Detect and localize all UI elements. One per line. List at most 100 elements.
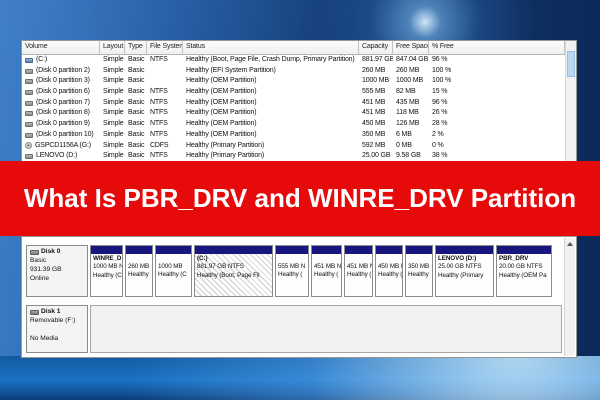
table-row[interactable]: GSPCD1156A (G:) Simple Basic CDFS Health… — [22, 141, 576, 152]
graphical-view-scrollbar[interactable] — [564, 238, 575, 356]
volume-cell: (Disk 0 partition 8) — [22, 108, 100, 119]
table-row[interactable]: (Disk 0 partition 10) Simple Basic NTFS … — [22, 130, 576, 141]
disk1-subtitle: Removable (F:) — [30, 316, 76, 324]
pctfree-cell: 100 % — [432, 66, 452, 74]
volume-list-scrollbar[interactable] — [565, 41, 576, 161]
drive-icon — [25, 154, 33, 160]
freespace-cell: 435 MB — [396, 98, 420, 106]
layout-cell: Simple — [103, 98, 124, 106]
partition-size: 350 MB — [408, 263, 430, 270]
partition-block[interactable]: 451 MB N Healthy ( — [311, 245, 342, 297]
disc-icon — [25, 142, 32, 150]
partition-body: 1000 MB Healthy (C — [156, 254, 191, 296]
partition-size: 555 MB N — [278, 263, 306, 270]
freespace-cell: 260 MB — [396, 66, 420, 74]
screenshot-stage: Volume Layout Type File System Status Capacit… — [0, 0, 600, 400]
scroll-up-icon[interactable] — [566, 240, 574, 248]
column-header[interactable]: Layout — [100, 41, 125, 54]
partition-block[interactable]: LENOVO (D:) 25.00 GB NTFS Healthy (Prima… — [435, 245, 494, 297]
partition-status: Healthy (Boot, Page Fil — [197, 271, 260, 279]
pctfree-cell: 28 % — [432, 120, 448, 128]
column-header[interactable]: File System — [147, 41, 183, 54]
partition-size: 20.00 GB NTFS — [499, 263, 543, 271]
filesystem-cell: NTFS — [150, 88, 168, 96]
disk1-media-area[interactable] — [90, 305, 562, 353]
partition-name: (C:) — [197, 255, 208, 262]
capacity-cell: 451 MB — [362, 109, 386, 117]
status-cell: Healthy (OEM Partition) — [186, 77, 257, 85]
disk1-row: Disk 1 Removable (F:) No Media — [26, 305, 562, 353]
status-cell: Healthy (OEM Partition) — [186, 98, 257, 106]
freespace-cell: 0 MB — [396, 141, 412, 149]
partition-block[interactable]: WINRE_D 1000 MB N Healthy (C — [90, 245, 123, 297]
column-header[interactable]: Volume — [22, 41, 100, 54]
table-row[interactable]: (Disk 0 partition 9) Simple Basic NTFS H… — [22, 119, 576, 130]
banner: What Is PBR_DRV and WINRE_DRV Partition — [0, 161, 600, 236]
table-row[interactable]: (Disk 0 partition 6) Simple Basic NTFS H… — [22, 87, 576, 98]
partition-block[interactable]: 350 MB Healthy — [405, 245, 433, 297]
layout-cell: Simple — [103, 120, 124, 128]
partition-size: 881.97 GB NTFS — [197, 263, 244, 271]
partition-block[interactable]: 1000 MB Healthy (C — [155, 245, 192, 297]
disk0-label[interactable]: Disk 0 Basic 931.39 GB Online — [26, 245, 88, 297]
column-header[interactable]: % Free — [429, 41, 565, 54]
table-row[interactable]: (Disk 0 partition 3) Simple Basic Health… — [22, 76, 576, 87]
partition-block[interactable]: 451 MB N Healthy ( — [344, 245, 373, 297]
partition-body: 260 MB Healthy — [126, 254, 152, 296]
capacity-cell: 881.97 GB — [362, 56, 393, 63]
partition-status: Healthy (C — [93, 271, 122, 279]
partition-block[interactable]: (C:) 881.97 GB NTFS Healthy (Boot, Page … — [194, 245, 273, 297]
column-header[interactable]: Status — [183, 41, 359, 54]
table-row[interactable]: (Disk 0 partition 7) Simple Basic NTFS H… — [22, 98, 576, 109]
graphical-view-pane: Disk 0 Basic 931.39 GB Online WINRE_D 10… — [21, 236, 577, 358]
freespace-cell: 6 MB — [396, 130, 412, 138]
layout-cell: Simple — [103, 88, 124, 96]
column-header[interactable]: Free Space — [393, 41, 429, 54]
filesystem-cell: NTFS — [150, 130, 168, 138]
disk1-name: Disk 1 — [30, 308, 84, 317]
partition-block[interactable]: PBR_DRV 20.00 GB NTFS Healthy (OEM Pa — [496, 245, 552, 297]
capacity-cell: 451 MB — [362, 98, 386, 106]
partition-name — [347, 255, 370, 263]
type-cell: Basic — [128, 66, 145, 74]
partition-name: LENOVO (D:) — [438, 255, 477, 262]
pctfree-cell: 100 % — [432, 77, 452, 85]
drive-icon — [25, 121, 33, 127]
partition-color-bar — [497, 246, 551, 254]
filesystem-cell: NTFS — [150, 109, 168, 117]
partition-status: Healthy ( — [347, 271, 372, 279]
partition-body: PBR_DRV 20.00 GB NTFS Healthy (OEM Pa — [497, 254, 551, 296]
partition-status: Healthy ( — [378, 271, 402, 279]
layout-cell: Simple — [103, 66, 124, 74]
partition-block[interactable]: 260 MB Healthy — [125, 245, 153, 297]
volume-cell: (Disk 0 partition 7) — [22, 98, 100, 109]
table-row[interactable]: (C:) Simple Basic NTFS Healthy (Boot, Pa… — [22, 55, 576, 66]
partition-block[interactable]: 450 MB N Healthy ( — [375, 245, 403, 297]
partition-color-bar — [195, 246, 272, 254]
pctfree-cell: 15 % — [432, 88, 448, 96]
pctfree-cell: 0 % — [432, 141, 444, 149]
disk1-label[interactable]: Disk 1 Removable (F:) No Media — [26, 305, 88, 353]
partition-color-bar — [376, 246, 402, 254]
disk0-row: Disk 0 Basic 931.39 GB Online WINRE_D 10… — [26, 245, 562, 297]
partition-body: (C:) 881.97 GB NTFS Healthy (Boot, Page … — [195, 254, 272, 296]
volume-name: (Disk 0 partition 7) — [36, 98, 90, 106]
status-cell: Healthy (OEM Partition) — [186, 130, 257, 138]
partition-color-bar — [91, 246, 122, 254]
partition-body: 555 MB N Healthy ( — [276, 254, 308, 296]
layout-cell: Simple — [103, 56, 124, 63]
partition-name: PBR_DRV — [499, 255, 529, 262]
partition-block[interactable]: 555 MB N Healthy ( — [275, 245, 309, 297]
table-row[interactable]: (Disk 0 partition 2) Simple Basic Health… — [22, 66, 576, 77]
scrollbar-thumb[interactable] — [567, 51, 575, 77]
partition-name — [128, 255, 150, 263]
type-cell: Basic — [128, 141, 145, 149]
volume-cell: (C:) — [22, 55, 100, 66]
column-header[interactable]: Type — [125, 41, 147, 54]
capacity-cell: 1000 MB — [362, 77, 389, 85]
disk0-status: Online — [30, 274, 50, 282]
table-row[interactable]: (Disk 0 partition 8) Simple Basic NTFS H… — [22, 108, 576, 119]
column-header[interactable]: Capacity — [359, 41, 393, 54]
desktop-wallpaper-bottom — [0, 356, 600, 400]
volume-cell: (Disk 0 partition 9) — [22, 119, 100, 130]
